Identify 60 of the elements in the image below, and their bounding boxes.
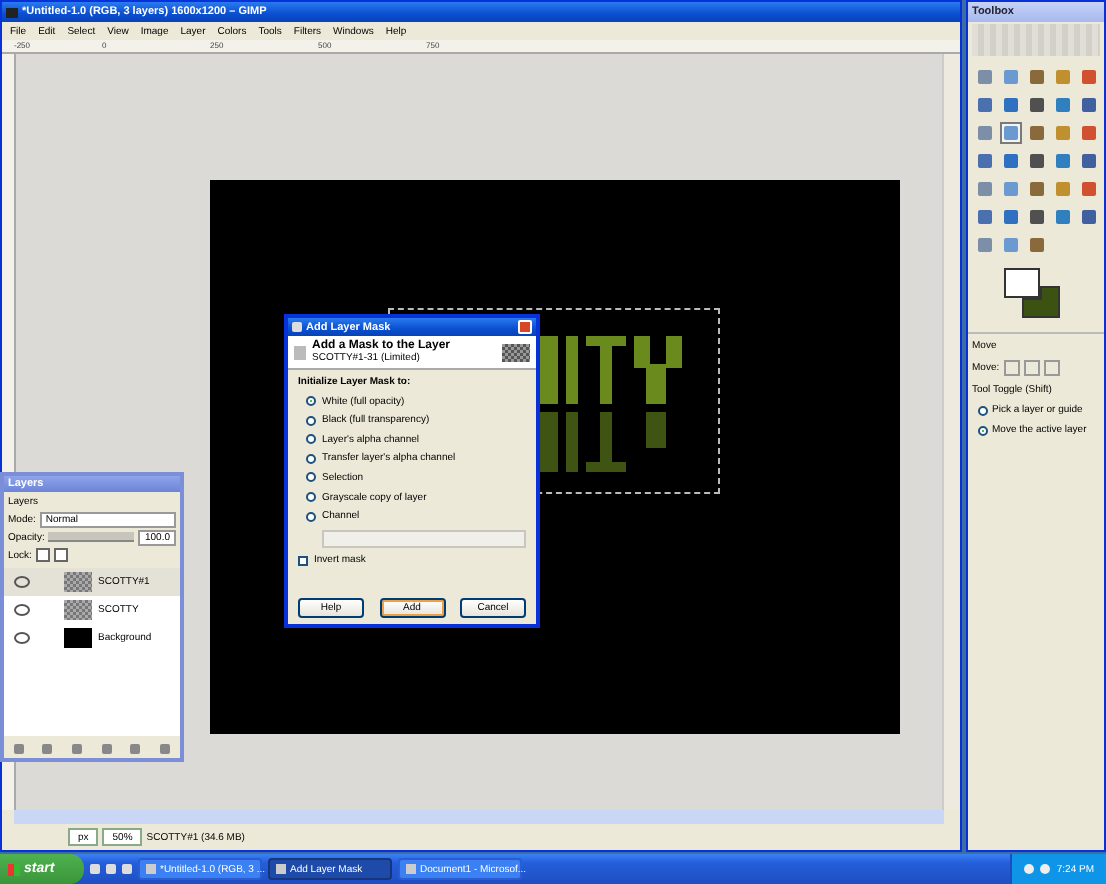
tool-icon[interactable] bbox=[1026, 66, 1048, 88]
layer-action-icon[interactable] bbox=[101, 744, 112, 754]
lock-checkbox[interactable] bbox=[35, 548, 50, 562]
eye-icon[interactable] bbox=[14, 604, 30, 616]
tool-icon[interactable] bbox=[1052, 150, 1074, 172]
radio-button[interactable] bbox=[306, 415, 316, 426]
tool-icon[interactable] bbox=[974, 94, 996, 116]
tool-icon[interactable] bbox=[1026, 94, 1048, 116]
radio-button[interactable] bbox=[306, 492, 316, 503]
layer-action-icon[interactable] bbox=[130, 744, 141, 754]
eye-icon[interactable] bbox=[14, 632, 30, 644]
tool-icon[interactable] bbox=[1026, 178, 1048, 200]
close-icon[interactable] bbox=[518, 320, 532, 334]
tool-icon[interactable] bbox=[1078, 178, 1100, 200]
radio-button[interactable] bbox=[978, 405, 988, 415]
tool-icon[interactable] bbox=[1078, 94, 1100, 116]
tool-icon[interactable] bbox=[1078, 206, 1100, 228]
window-icon bbox=[276, 864, 286, 874]
layer-action-icon[interactable] bbox=[13, 744, 24, 754]
radio-button[interactable] bbox=[306, 434, 316, 445]
tool-icon[interactable] bbox=[1078, 150, 1100, 172]
radio-button[interactable] bbox=[978, 425, 988, 435]
lock-checkbox[interactable] bbox=[53, 548, 68, 562]
tool-icon[interactable] bbox=[1000, 122, 1022, 144]
foreground-color-swatch[interactable] bbox=[1004, 268, 1040, 298]
radio-button[interactable] bbox=[306, 453, 316, 464]
tool-icon[interactable] bbox=[974, 150, 996, 172]
layer-preview bbox=[502, 343, 530, 361]
tool-icon[interactable] bbox=[974, 206, 996, 228]
tool-icon[interactable] bbox=[1078, 122, 1100, 144]
radio-button[interactable] bbox=[306, 511, 316, 522]
dialog-icon bbox=[292, 322, 302, 332]
window-icon bbox=[406, 864, 416, 874]
layer-thumbnail bbox=[64, 572, 92, 592]
radio-button[interactable] bbox=[306, 472, 316, 483]
windows-logo-icon bbox=[8, 863, 20, 875]
tool-icon[interactable] bbox=[1026, 122, 1048, 144]
wilber-drop-area bbox=[972, 24, 1100, 56]
layer-action-icon[interactable] bbox=[72, 744, 83, 754]
window-icon bbox=[146, 864, 156, 874]
tool-icon[interactable] bbox=[1026, 206, 1048, 228]
tool-icon[interactable] bbox=[974, 66, 996, 88]
layer-thumbnail bbox=[64, 600, 92, 620]
tool-icon[interactable] bbox=[1052, 206, 1074, 228]
tool-icon[interactable] bbox=[1026, 234, 1048, 256]
tool-icon[interactable] bbox=[1078, 66, 1100, 88]
tool-icon[interactable] bbox=[1000, 150, 1022, 172]
tool-icon[interactable] bbox=[1052, 94, 1074, 116]
checkbox[interactable] bbox=[298, 555, 308, 566]
tool-icon[interactable] bbox=[1000, 206, 1022, 228]
layer-action-icon[interactable] bbox=[160, 744, 171, 754]
radio-button[interactable] bbox=[306, 396, 316, 407]
layer-thumbnail bbox=[64, 628, 92, 648]
eye-icon[interactable] bbox=[14, 576, 30, 588]
tool-icon[interactable] bbox=[1026, 150, 1048, 172]
tool-icon[interactable] bbox=[1000, 94, 1022, 116]
tool-icon[interactable] bbox=[974, 234, 996, 256]
layer-action-icon[interactable] bbox=[42, 744, 53, 754]
tool-icon[interactable] bbox=[974, 122, 996, 144]
tool-icon[interactable] bbox=[974, 178, 996, 200]
